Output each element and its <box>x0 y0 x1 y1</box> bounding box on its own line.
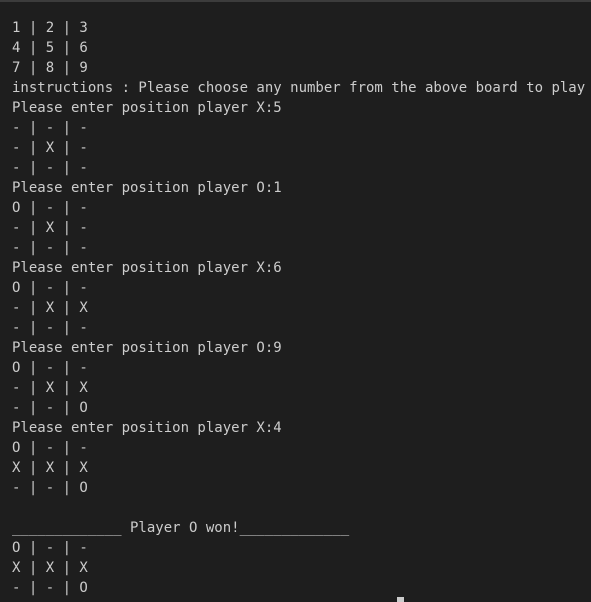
terminal-line: 4 | 5 | 6 <box>12 40 88 56</box>
terminal-output[interactable]: 1 | 2 | 3 4 | 5 | 6 7 | 8 | 9 instructio… <box>12 18 587 598</box>
terminal-line: O | - | - <box>12 540 88 556</box>
prompt-line: Please enter position player X:6 <box>12 260 282 276</box>
terminal-line: 1 | 2 | 3 <box>12 20 88 36</box>
prompt-line: Please enter position player O:1 <box>12 180 282 196</box>
terminal-line: O | - | - <box>12 200 88 216</box>
winner-banner: _____________ Player O won!_____________ <box>12 520 350 536</box>
terminal-line: - | - | O <box>12 480 88 496</box>
terminal-line: - | X | X <box>12 380 88 396</box>
terminal-line: O | - | - <box>12 280 88 296</box>
instructions-line: instructions : Please choose any number … <box>12 80 586 96</box>
terminal-line: - | X | - <box>12 140 88 156</box>
prompt-line: Please enter position player X:4 <box>12 420 282 436</box>
terminal-line: - | - | - <box>12 160 88 176</box>
terminal-line: - | X | - <box>12 220 88 236</box>
terminal-line: X | X | X <box>12 460 88 476</box>
terminal-line: - | - | - <box>12 120 88 136</box>
prompt-line: Please enter position player O:9 <box>12 340 282 356</box>
text-cursor <box>397 597 404 602</box>
terminal-line: - | - | - <box>12 240 88 256</box>
terminal-line: 7 | 8 | 9 <box>12 60 88 76</box>
terminal-line: - | - | O <box>12 400 88 416</box>
terminal-line: O | - | - <box>12 440 88 456</box>
terminal-line: X | X | X <box>12 560 88 576</box>
terminal-line: - | X | X <box>12 300 88 316</box>
prompt-line: Please enter position player X:5 <box>12 100 282 116</box>
panel-top-border <box>0 0 591 2</box>
terminal-line: - | - | - <box>12 320 88 336</box>
terminal-line: - | - | O <box>12 580 88 596</box>
terminal-line: O | - | - <box>12 360 88 376</box>
